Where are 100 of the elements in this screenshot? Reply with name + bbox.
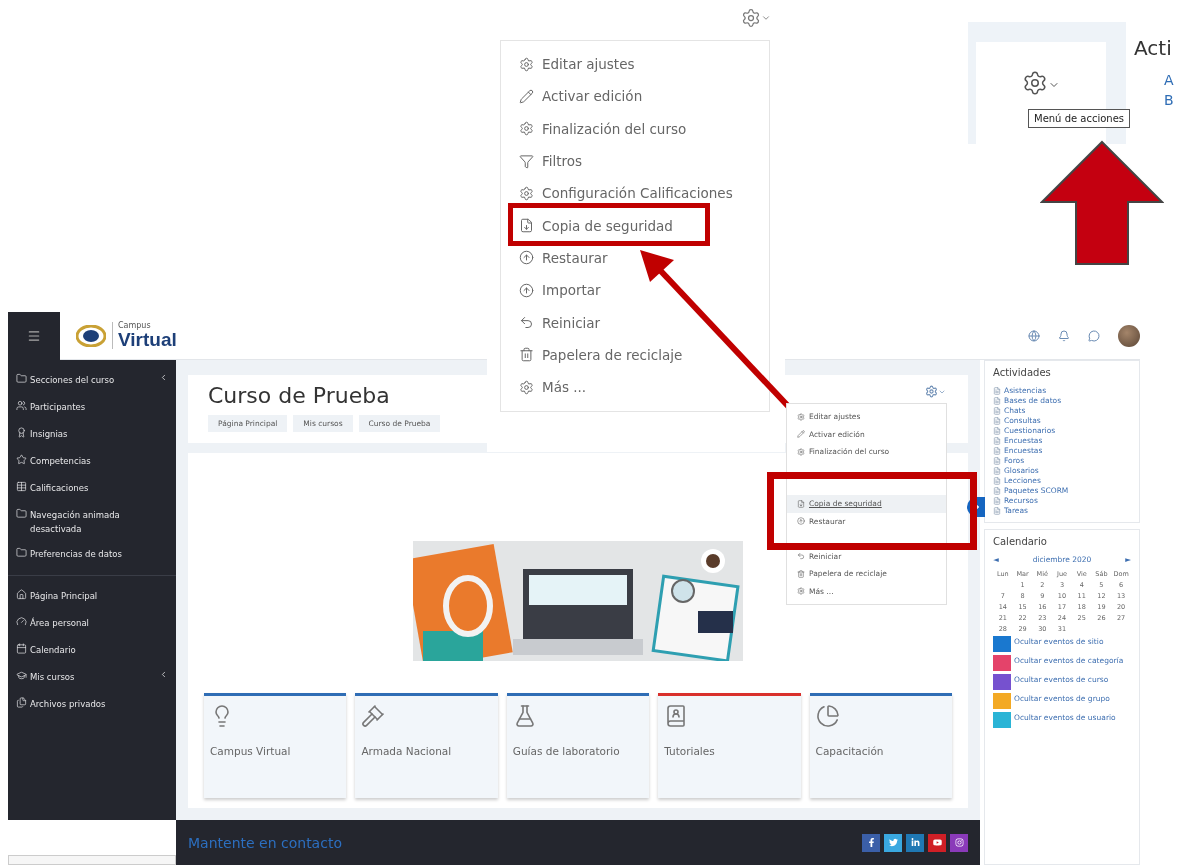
table-icon [16,481,27,492]
sidebar-item[interactable]: Archivos privados [8,692,176,719]
document-icon [993,497,1001,505]
pencil-icon [519,88,534,104]
sidebar-item[interactable]: Preferencias de datos [8,542,176,569]
document-icon [993,467,1001,475]
menu-item[interactable]: Editar ajustes [519,48,769,81]
gavel-icon [361,704,386,728]
chevron-icon [159,670,168,679]
document-icon [993,397,1001,405]
menu-item[interactable]: Finalización del curso [519,112,769,145]
document-icon [993,387,1001,395]
gear-icon [519,121,534,137]
social-button[interactable] [906,833,924,852]
course-title: Curso de Prueba [208,383,390,408]
sidebar-item[interactable]: Insignias [8,422,176,449]
social-button[interactable] [928,833,946,852]
block-title: Acti [1134,36,1173,60]
logo-title: Virtual [118,330,177,349]
actions-menu-button[interactable] [925,385,946,398]
award-icon [16,427,27,438]
category-tile[interactable]: Campus Virtual [204,693,347,798]
gear-icon [925,385,938,398]
sidebar-item[interactable]: Calendario [8,638,176,665]
document-icon [993,507,1001,515]
emblem-icon [76,324,106,347]
filter-icon [519,153,534,169]
social-button[interactable] [884,833,902,852]
star-icon [16,454,27,465]
menu-item[interactable]: Restaurar [519,241,769,275]
sidebar-item[interactable]: Competencias [8,449,176,476]
trash-icon [519,347,534,363]
document-icon [993,407,1001,415]
graduation-cap-icon [16,670,27,681]
twitter-icon [888,838,898,847]
gear-icon [1022,70,1048,96]
document-icon [993,447,1001,455]
folder-icon [16,373,27,384]
sidebar-item[interactable]: Navegación animada desactivada [8,503,176,542]
gear-icon [797,447,805,456]
contact-heading: Mantente en contacto [188,834,342,851]
document-icon [993,417,1001,425]
undo-icon [797,552,805,561]
gear-icon [797,587,805,596]
avatar[interactable] [1118,324,1140,347]
arrow-circle-icon [519,250,534,266]
social-button[interactable] [862,833,880,852]
linkedin-icon [910,838,920,847]
caret-icon [761,13,771,23]
menu-item[interactable]: Más ... [519,370,769,404]
sidebar-item[interactable]: Página Principal [8,584,176,611]
document-icon [993,457,1001,465]
document-icon [993,437,1001,445]
category-tile[interactable]: Guías de laboratorio [506,693,650,798]
menu-item[interactable]: Activar edición [519,80,769,113]
block-title: Calendario [993,536,1048,547]
instagram-icon [954,838,964,847]
document-icon [993,477,1001,485]
block-title: Actividades [993,367,1052,378]
chat-icon[interactable] [1088,329,1100,342]
globe-icon[interactable] [1028,329,1040,342]
menu-item[interactable]: Configuración Calificaciones [519,177,769,210]
sidebar-item[interactable]: Área personal [8,611,176,638]
sidebar-item[interactable]: Mis cursos [8,665,176,692]
folder-icon [16,547,27,558]
facebook-icon [866,838,876,847]
sidebar-item[interactable]: Calificaciones [8,476,176,503]
logo-caption: Campus [118,322,152,330]
files-icon [16,697,27,708]
menu-item[interactable]: Papelera de reciclaje [519,338,769,371]
category-tile[interactable]: Armada Nacional [355,693,498,798]
category-tile[interactable]: Tutoriales [658,693,801,798]
tooltip: Menú de acciones [1028,109,1131,128]
activity-link[interactable]: B [1164,92,1174,108]
youtube-icon [932,838,942,847]
pencil-icon [797,430,805,439]
activity-link[interactable]: A [1164,72,1174,88]
gear-icon [741,8,761,28]
social-button[interactable] [950,833,968,852]
menu-item[interactable]: Reiniciar [519,306,769,339]
menu-icon[interactable] [27,328,41,343]
gear-icon [519,56,534,72]
gear-icon [797,412,805,421]
menu-item[interactable]: Copia de seguridad [519,209,769,242]
calendar-icon [16,643,27,654]
sidebar-item[interactable]: Participantes [8,395,176,422]
actions-menu-button[interactable] [741,8,771,28]
gear-icon [519,379,534,395]
sidebar-item[interactable]: Secciones del curso [8,368,176,395]
bell-icon[interactable] [1058,329,1070,342]
arrow-circle-icon [797,517,805,526]
document-icon [993,427,1001,435]
file-icon [797,500,805,508]
document-icon [993,487,1001,495]
category-tile[interactable]: Capacitación [809,693,952,798]
users-icon [16,400,27,411]
menu-item[interactable]: Importar [519,274,769,307]
trash-icon [797,569,805,578]
menu-item[interactable]: Filtros [519,144,769,178]
home-icon [16,589,27,600]
